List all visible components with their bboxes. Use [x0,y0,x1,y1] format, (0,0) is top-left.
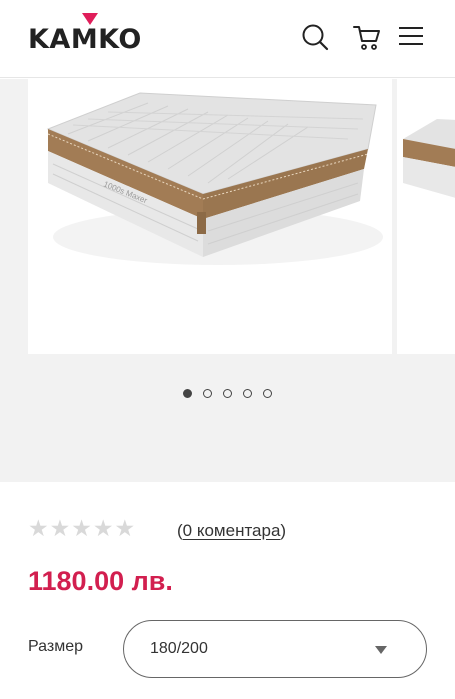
site-header: KAMKO [0,0,455,78]
size-select[interactable]: 180/200 [123,620,427,678]
size-selected-value: 180/200 [150,640,208,657]
chevron-down-icon [375,646,387,654]
gallery-dot[interactable] [243,389,252,398]
star-icon: ★ [71,516,92,542]
star-icon: ★ [114,516,136,542]
logo-mark-icon [82,13,98,25]
gallery-dot[interactable] [183,389,192,398]
gallery-dot[interactable] [223,389,232,398]
gallery-dot[interactable] [263,389,272,398]
gallery-pagination [0,389,455,403]
logo[interactable]: KAMKO [28,24,142,55]
reviews-link[interactable]: (0 коментара) [177,521,286,541]
product-image[interactable]: 1000s Maxer [28,79,392,354]
star-icon: ★ [92,516,114,542]
size-label: Размер [28,638,83,655]
search-icon[interactable] [300,22,330,52]
cart-icon[interactable] [352,22,382,52]
rating-stars[interactable]: ★ ★ ★ ★ ★ [28,518,135,541]
gallery-dot[interactable] [203,389,212,398]
product-info: ★ ★ ★ ★ ★ (0 коментара) 1180.00 лв. Разм… [0,482,455,699]
product-gallery[interactable]: 1000s Maxer [0,79,455,482]
star-icon: ★ [49,516,71,542]
product-price: 1180.00 лв. [28,566,173,596]
menu-icon[interactable] [397,22,427,52]
next-product-image[interactable] [397,79,455,354]
star-icon: ★ [28,516,49,542]
